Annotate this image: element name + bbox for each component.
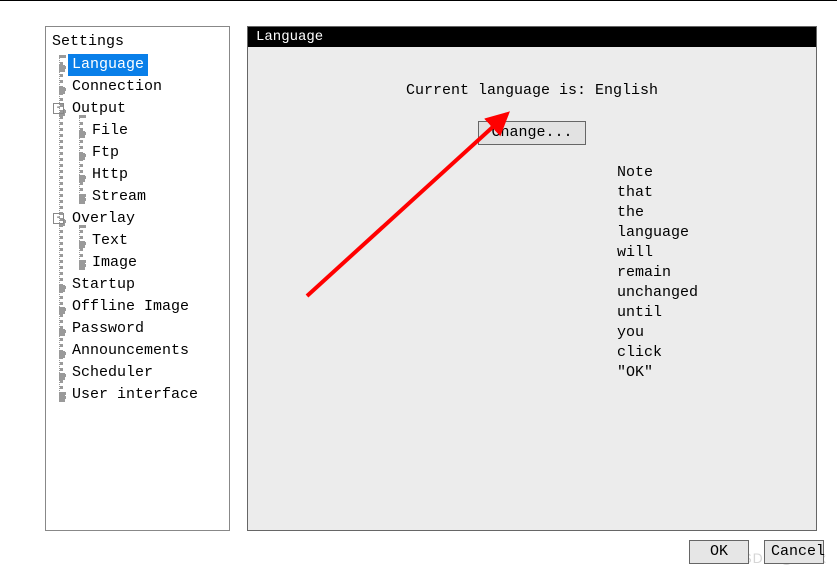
ok-button[interactable]: OK: [689, 540, 749, 564]
tree-item-language[interactable]: Language: [46, 54, 229, 76]
tree-item-label: Offline Image: [68, 296, 193, 318]
tree-item-label: Connection: [68, 76, 166, 98]
current-language-prefix: Current language is:: [406, 82, 595, 99]
tree-item-label: Http: [88, 164, 132, 186]
settings-dialog: Settings LanguageConnection-OutputFileFt…: [0, 0, 837, 572]
tree-item-image[interactable]: Image: [46, 252, 229, 274]
tree-item-scheduler[interactable]: Scheduler: [46, 362, 229, 384]
tree-item-file[interactable]: File: [46, 120, 229, 142]
settings-tree-panel: Settings LanguageConnection-OutputFileFt…: [45, 26, 230, 531]
tree-item-label: Ftp: [88, 142, 123, 164]
tree-item-label: Image: [88, 252, 141, 274]
tree-item-label: File: [88, 120, 132, 142]
dialog-button-row: OK Cancel: [683, 540, 824, 564]
tree-item-ftp[interactable]: Ftp: [46, 142, 229, 164]
current-language-label: Current language is: English: [268, 82, 796, 99]
tree-item-label: Password: [68, 318, 148, 340]
tree-item-stream[interactable]: Stream: [46, 186, 229, 208]
tree-item-label: Output: [68, 98, 130, 120]
tree-item-label: Text: [88, 230, 132, 252]
tree-item-output[interactable]: -Output: [46, 98, 229, 120]
tree-item-user-interface[interactable]: User interface: [46, 384, 229, 406]
tree-item-label: Announcements: [68, 340, 193, 362]
tree-item-password[interactable]: Password: [46, 318, 229, 340]
tree-item-offline-image[interactable]: Offline Image: [46, 296, 229, 318]
tree-item-label: Stream: [88, 186, 150, 208]
settings-tree-title: Settings: [46, 30, 229, 54]
settings-tree: LanguageConnection-OutputFileFtpHttpStre…: [46, 54, 229, 406]
tree-item-http[interactable]: Http: [46, 164, 229, 186]
tree-item-announcements[interactable]: Announcements: [46, 340, 229, 362]
tree-item-startup[interactable]: Startup: [46, 274, 229, 296]
tree-item-overlay[interactable]: -Overlay: [46, 208, 229, 230]
tree-item-label: Startup: [68, 274, 139, 296]
panel-title: Language: [248, 27, 816, 47]
language-note: Note that the language will remain uncha…: [442, 163, 622, 383]
tree-item-text[interactable]: Text: [46, 230, 229, 252]
current-language-value: English: [595, 82, 658, 99]
tree-item-label: Scheduler: [68, 362, 157, 384]
change-button[interactable]: Change...: [478, 121, 586, 145]
tree-item-label: Language: [68, 54, 148, 76]
cancel-button[interactable]: Cancel: [764, 540, 824, 564]
language-panel: Language Current language is: English Ch…: [247, 26, 817, 531]
tree-item-label: User interface: [68, 384, 202, 406]
tree-item-connection[interactable]: Connection: [46, 76, 229, 98]
